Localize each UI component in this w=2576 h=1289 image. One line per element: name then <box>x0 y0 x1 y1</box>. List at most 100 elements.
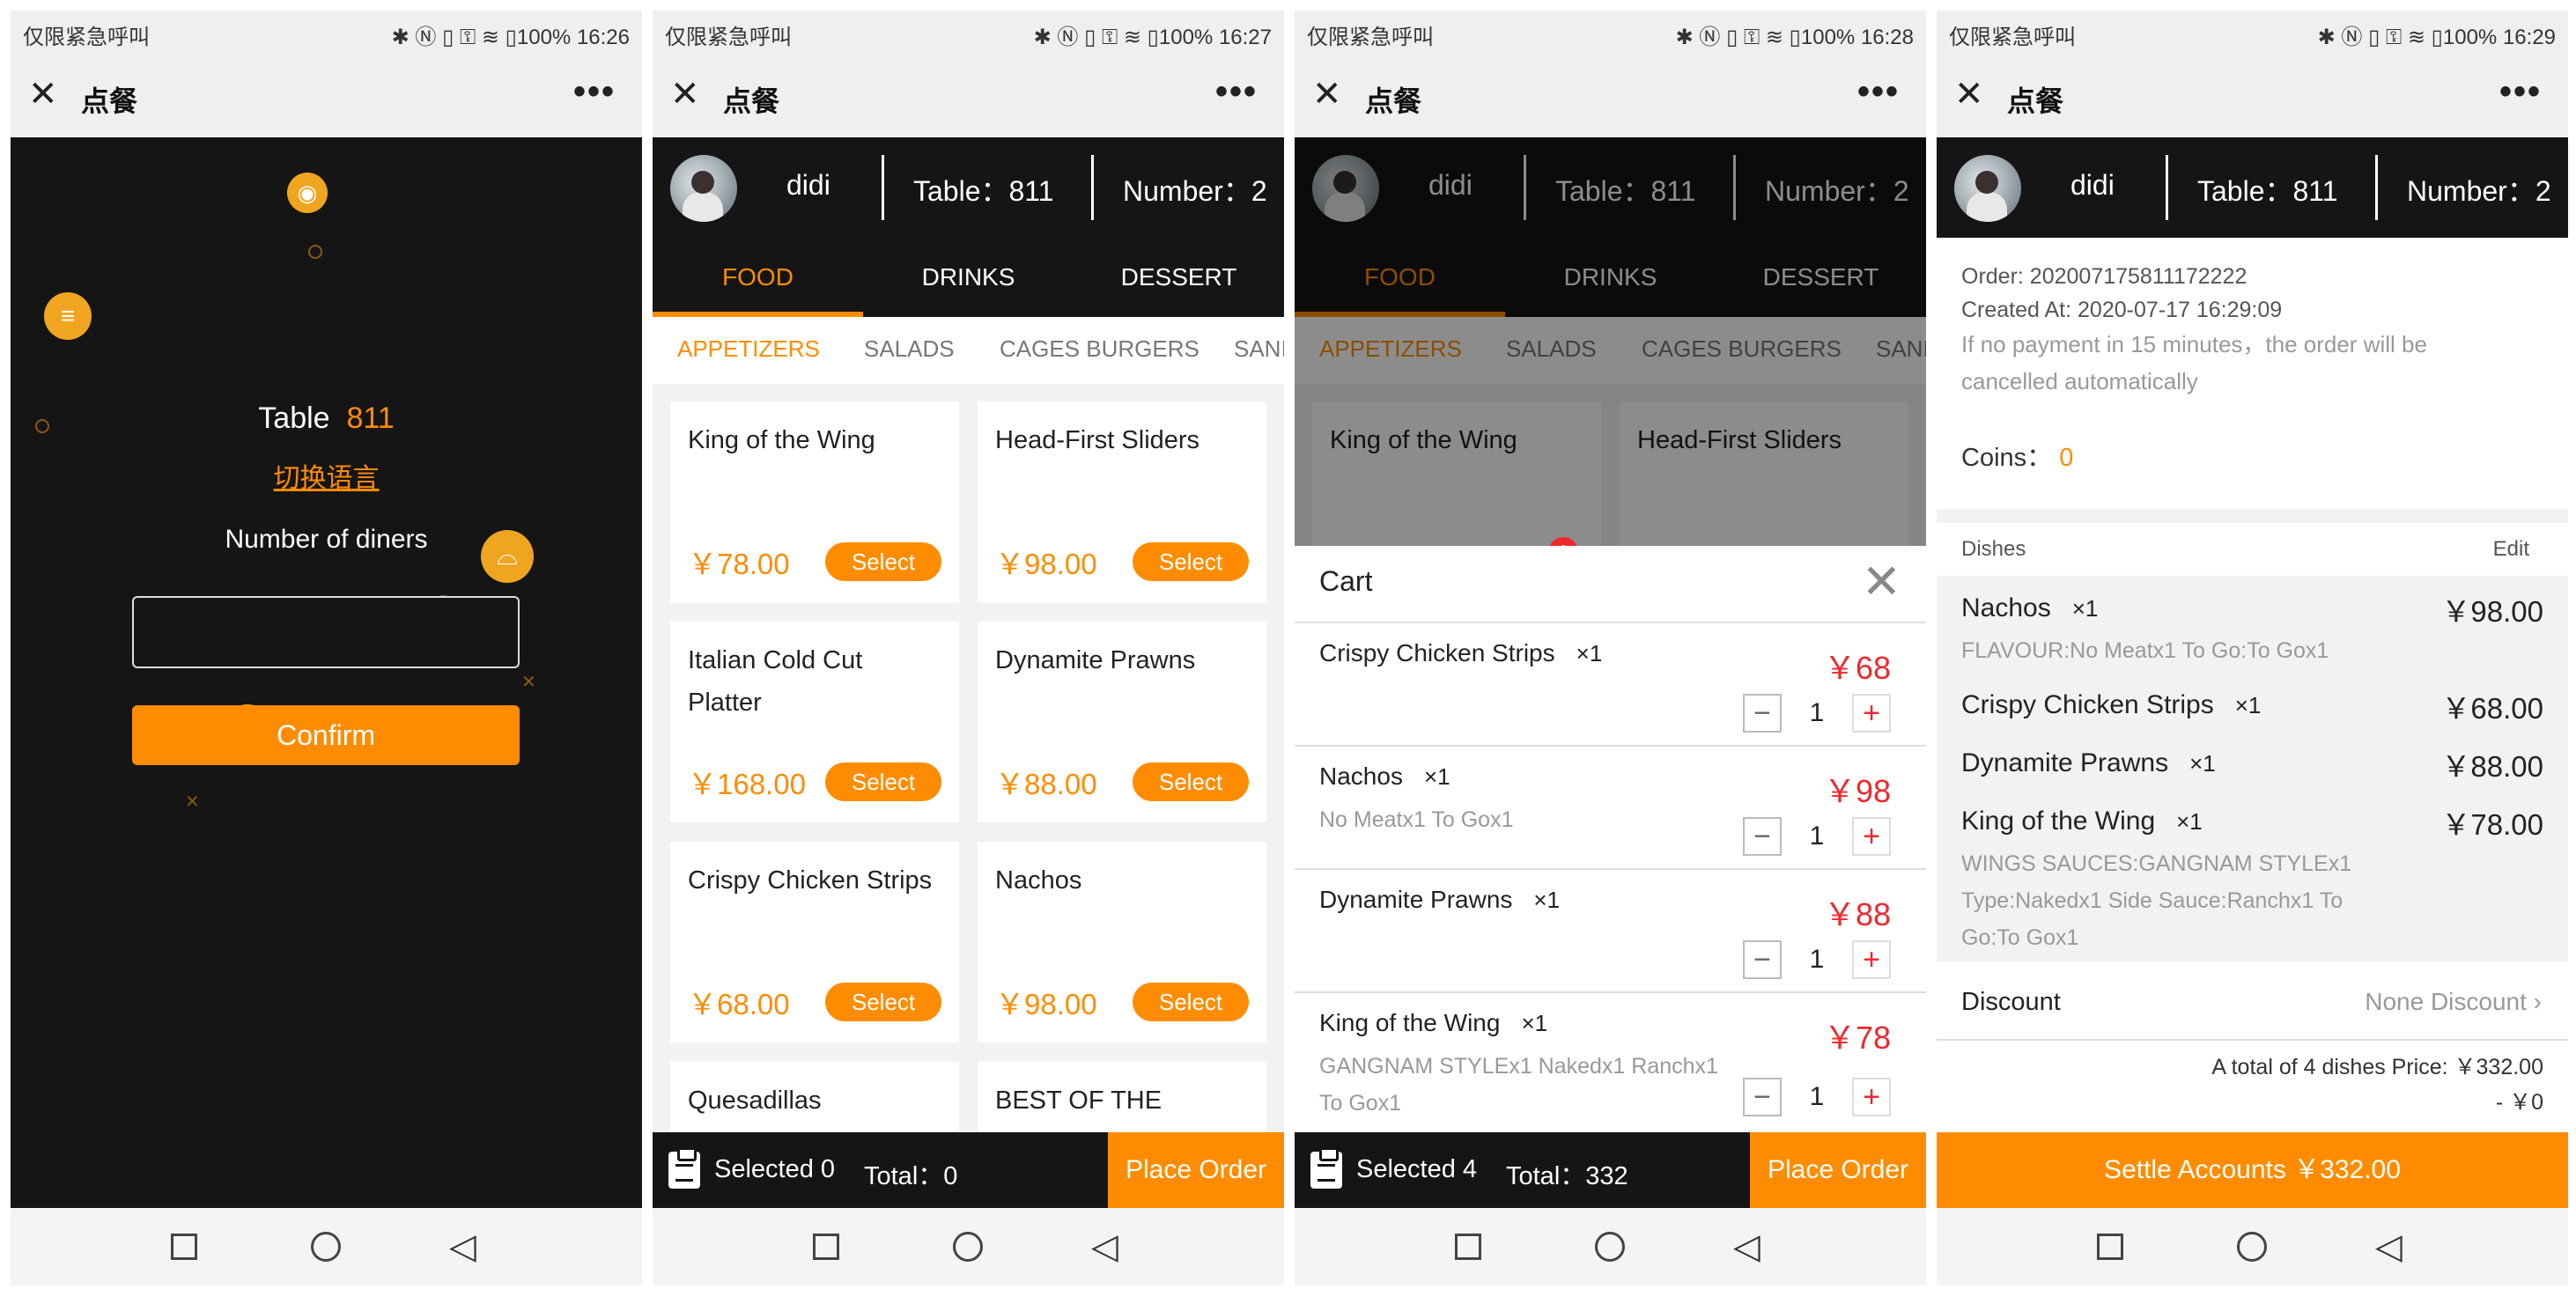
diners-input[interactable] <box>132 596 520 668</box>
close-icon[interactable]: ✕ <box>28 77 63 112</box>
circle-nav-icon[interactable] <box>311 1232 341 1262</box>
select-button[interactable]: Select <box>825 983 941 1021</box>
diners-info: Number：2 <box>1123 175 1267 207</box>
settle-accounts-button[interactable]: Settle Accounts ￥332.00 <box>1937 1132 2568 1208</box>
square-nav-icon[interactable] <box>171 1234 197 1260</box>
menu-card: Italian Cold Cut Platter ￥168.00 Select <box>670 622 959 822</box>
triangle-back-icon[interactable]: ◁ <box>1091 1229 1118 1264</box>
quantity-value: 1 <box>1809 1082 1825 1111</box>
order-bar: Selected 4 Total：332 Place Order <box>1295 1132 1926 1208</box>
circle-nav-icon[interactable] <box>2237 1232 2267 1262</box>
divider <box>1091 155 1094 220</box>
dish-price: ￥98.00 <box>995 548 1097 580</box>
select-button[interactable]: Select <box>1133 762 1249 801</box>
cart-item-options: GANGNAM STYLEx1 Nakedx1 Ranchx1 To Gox1 <box>1319 1054 1718 1116</box>
plus-icon[interactable]: + <box>1852 1078 1891 1116</box>
system-nav-bar: ◁ <box>1937 1208 2568 1285</box>
discount-label: Discount <box>1961 988 2061 1016</box>
dish-price: ￥78.00 <box>2441 808 2543 841</box>
tab-food[interactable]: FOOD <box>653 238 863 317</box>
close-icon[interactable]: ✕ <box>1312 77 1347 112</box>
cart-item: Nachos ×1 No Meatx1 To Gox1 ￥98 − 1 + <box>1295 747 1926 870</box>
minus-icon[interactable]: − <box>1743 1078 1782 1116</box>
cart-item: King of the Wing ×1 GANGNAM STYLEx1 Naked… <box>1295 993 1926 1132</box>
tab-drinks[interactable]: DRINKS <box>863 238 1074 317</box>
carrier-text: 仅限紧急呼叫 <box>23 26 150 49</box>
screen-cart: 仅限紧急呼叫 ✱ Ⓝ ▯ ⚿ ≋ ▯100% 16:28 ✕ 点餐 ••• di… <box>1295 11 1926 1285</box>
more-icon[interactable]: ••• <box>2499 72 2542 112</box>
select-button[interactable]: Select <box>825 542 941 581</box>
plus-icon[interactable]: + <box>1852 694 1891 733</box>
edit-link[interactable]: Edit <box>2493 537 2529 562</box>
cart-item-name: Dynamite Prawns ×1 <box>1319 886 1561 913</box>
more-icon[interactable]: ••• <box>1215 72 1258 112</box>
decor-cross: ✕ <box>185 792 200 812</box>
dish-name: King of the Wing <box>688 426 875 454</box>
cart-item: Crispy Chicken Strips ×1 ￥68 − 1 + <box>1295 623 1926 747</box>
page-title: 点餐 <box>2007 85 2064 117</box>
dish-name: Quesadillas <box>688 1086 822 1115</box>
minus-icon[interactable]: − <box>1743 694 1782 733</box>
divider <box>882 155 884 220</box>
status-bar: 仅限紧急呼叫 ✱ Ⓝ ▯ ⚿ ≋ ▯100% 16:27 <box>653 11 1284 53</box>
select-button[interactable]: Select <box>825 762 941 801</box>
minus-icon[interactable]: − <box>1743 940 1782 979</box>
cart-item-price: ￥98 <box>1823 773 1891 809</box>
status-icons: ✱ Ⓝ ▯ ⚿ ≋ ▯100% 16:29 <box>2317 26 2556 49</box>
subtab-salads[interactable]: SALADS <box>864 317 955 384</box>
setup-background: ◉ ≡ ⌓ ✕ ⊘ ✕ Table 811 切换语言 Number of din… <box>11 137 642 1208</box>
place-order-button[interactable]: Place Order <box>1108 1132 1284 1208</box>
menu-card: Crispy Chicken Strips ￥68.00 Select <box>670 842 959 1042</box>
dishes-list: Nachos ×1 ￥98.00 FLAVOUR:No Meatx1 To Go:… <box>1937 576 2568 961</box>
circle-nav-icon[interactable] <box>1595 1232 1625 1262</box>
dish-name: Head-First Sliders <box>995 426 1200 454</box>
order-bar: Selected 0 Total：0 Place Order <box>653 1132 1284 1208</box>
square-nav-icon[interactable] <box>2097 1234 2123 1260</box>
clipboard-icon[interactable] <box>1310 1147 1342 1189</box>
clipboard-icon[interactable] <box>668 1147 700 1189</box>
clock: 16:26 <box>576 26 630 49</box>
cart-item-price: ￥78 <box>1823 1020 1891 1056</box>
cart-panel: Cart ✕ Crispy Chicken Strips ×1 ￥68 − 1 +… <box>1295 546 1926 1132</box>
subtab-cages-burgers[interactable]: CAGES BURGERS <box>1000 317 1199 384</box>
discount-row[interactable]: Discount None Discount › <box>1937 961 2568 1041</box>
switch-language-link[interactable]: 切换语言 <box>11 456 642 495</box>
status-bar: 仅限紧急呼叫 ✱ Ⓝ ▯ ⚿ ≋ ▯100% 16:26 <box>11 11 642 53</box>
system-nav-bar: ◁ <box>11 1208 642 1285</box>
subcategory-tabs: APPETIZERS SALADS CAGES BURGERS SANI <box>653 317 1284 384</box>
minus-icon[interactable]: − <box>1743 817 1782 856</box>
subtab-sandwiches[interactable]: SANI <box>1234 317 1284 384</box>
user-name: didi <box>2070 169 2115 201</box>
subtab-appetizers[interactable]: APPETIZERS <box>677 317 820 384</box>
menu-card: Quesadillas <box>670 1062 959 1132</box>
square-nav-icon[interactable] <box>813 1234 839 1260</box>
dish-price: ￥68.00 <box>2441 692 2543 725</box>
select-button[interactable]: Select <box>1133 542 1249 581</box>
triangle-back-icon[interactable]: ◁ <box>2375 1229 2403 1264</box>
triangle-back-icon[interactable]: ◁ <box>449 1229 476 1264</box>
place-order-button[interactable]: Place Order <box>1750 1132 1926 1208</box>
close-icon[interactable]: ✕ <box>670 77 705 112</box>
cart-item: Dynamite Prawns ×1 ￥88 − 1 + <box>1295 870 1926 993</box>
close-icon[interactable]: ✕ <box>1954 77 1989 112</box>
circle-nav-icon[interactable] <box>953 1232 983 1262</box>
select-button[interactable]: Select <box>1133 983 1249 1021</box>
square-nav-icon[interactable] <box>1455 1234 1481 1260</box>
cart-item-name: Crispy Chicken Strips ×1 <box>1319 639 1603 667</box>
more-icon[interactable]: ••• <box>1857 72 1900 112</box>
order-details: Order: 202007175811172222 Created At: 20… <box>1937 238 2568 1132</box>
title-bar: ✕ 点餐 ••• <box>1937 53 2568 137</box>
screen-order-summary: 仅限紧急呼叫 ✱ Ⓝ ▯ ⚿ ≋ ▯100% 16:29 ✕ 点餐 ••• di… <box>1937 11 2568 1285</box>
triangle-back-icon[interactable]: ◁ <box>1733 1229 1760 1264</box>
plus-icon[interactable]: + <box>1852 817 1891 856</box>
close-icon[interactable]: ✕ <box>1862 558 1901 606</box>
plus-icon[interactable]: + <box>1852 940 1891 979</box>
confirm-button[interactable]: Confirm <box>132 705 520 765</box>
dish-price: ￥168.00 <box>688 768 806 800</box>
dishes-header: Dishes Edit <box>1937 523 2568 576</box>
divider <box>2166 155 2168 220</box>
diners-label: Number of diners <box>225 525 428 554</box>
tab-dessert[interactable]: DESSERT <box>1074 238 1284 317</box>
status-bar: 仅限紧急呼叫 ✱ Ⓝ ▯ ⚿ ≋ ▯100% 16:29 <box>1937 11 2568 53</box>
more-icon[interactable]: ••• <box>573 72 616 112</box>
